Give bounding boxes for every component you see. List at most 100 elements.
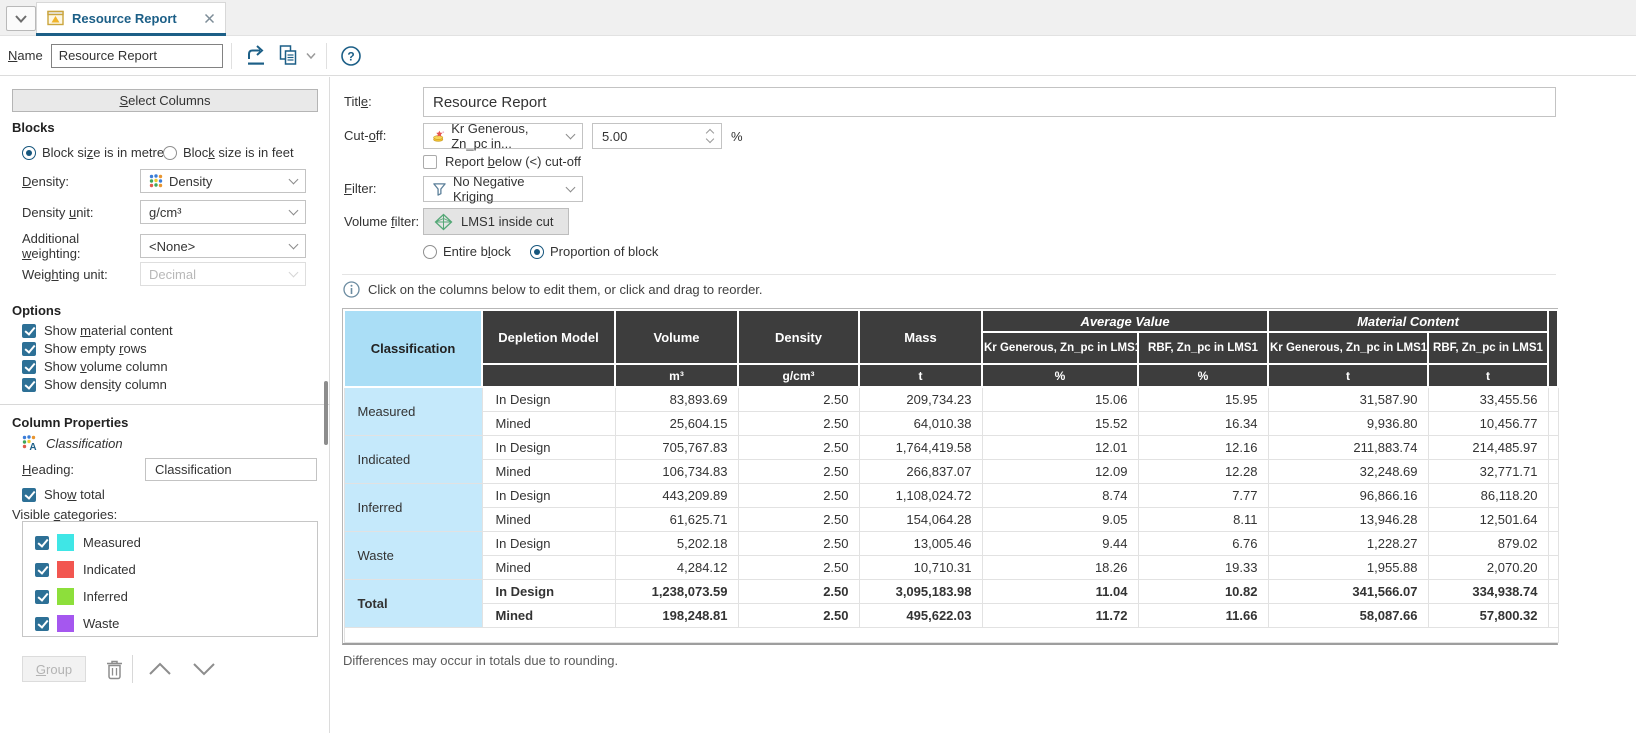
move-up-button[interactable] (142, 656, 178, 682)
column-header-mat-rbf[interactable]: RBF, Zn_pc in LMS1 (1428, 332, 1548, 364)
svg-text:?: ? (347, 49, 354, 63)
title-input[interactable] (423, 87, 1556, 117)
category-color-swatch (57, 534, 74, 551)
unit-mat-rbf: t (1428, 364, 1548, 387)
help-button[interactable]: ? (335, 41, 367, 71)
block-size-feet-radio[interactable]: Block size is in feet (163, 145, 294, 160)
volume-filter-button[interactable]: LMS1 inside cut (423, 208, 569, 235)
column-header-depletion-model[interactable]: Depletion Model (482, 310, 615, 364)
chevron-down-icon (289, 175, 299, 185)
table-row: Waste In Design 5,202.18 2.50 13,005.46 … (344, 531, 1558, 555)
name-input[interactable] (51, 44, 223, 68)
cutoff-value-spinner[interactable]: 5.00 (592, 123, 722, 149)
table-row-total: Mined 198,248.81 2.50 495,622.03 11.72 1… (344, 603, 1558, 627)
checkbox-checked (22, 324, 36, 338)
copy-options-chevron[interactable] (304, 41, 318, 71)
chevron-down-icon (566, 183, 576, 193)
column-header-density[interactable]: Density (738, 310, 859, 364)
column-header-mass[interactable]: Mass (859, 310, 982, 364)
show-total-checkbox[interactable]: Show total (22, 487, 105, 502)
block-size-metres-radio[interactable]: Block size is in metres (22, 145, 171, 160)
checkbox-checked (22, 360, 36, 374)
visible-categories-list: Measured Indicated Inferred Waste (22, 521, 318, 637)
additional-weighting-dropdown[interactable]: <None> (140, 234, 306, 258)
column-header-classification[interactable]: Classification (344, 310, 482, 387)
table-row: Mined 61,625.71 2.50 154,064.28 9.05 8.1… (344, 507, 1558, 531)
column-header-avg-rbf[interactable]: RBF, Zn_pc in LMS1 (1138, 332, 1268, 364)
filter-icon (432, 181, 447, 197)
category-item-measured[interactable]: Measured (23, 529, 317, 556)
classification-cell: Indicated (344, 435, 482, 483)
weighting-unit-dropdown: Decimal (140, 262, 306, 286)
report-below-checkbox[interactable]: Report below (<) cut-off (423, 154, 581, 169)
proportion-of-block-radio[interactable]: Proportion of block (530, 244, 658, 259)
show-density-column-checkbox[interactable]: Show density column (22, 377, 167, 392)
delete-button[interactable] (100, 656, 128, 682)
category-column-icon: A (22, 435, 38, 451)
chevron-down-icon (289, 240, 299, 250)
close-icon[interactable] (204, 13, 215, 24)
density-dropdown[interactable]: Density (140, 169, 306, 193)
category-item-waste[interactable]: Waste (23, 610, 317, 637)
column-header-volume[interactable]: Volume (615, 310, 738, 364)
heading-input[interactable] (145, 458, 317, 481)
select-columns-button[interactable]: Select Columns (12, 89, 318, 112)
tab-resource-report[interactable]: Resource Report (36, 2, 226, 33)
checkbox-checked (35, 536, 49, 550)
classification-cell: Inferred (344, 483, 482, 531)
checkbox-unchecked (423, 155, 437, 169)
table-row: Mined 106,734.83 2.50 266,837.07 12.09 1… (344, 459, 1558, 483)
column-header-avg-kr[interactable]: Kr Generous, Zn_pc in LMS1 (982, 332, 1138, 364)
sidebar: Select Columns Blocks Block size is in m… (0, 77, 330, 733)
table-row: Mined 4,284.12 2.50 10,710.31 18.26 19.3… (344, 555, 1558, 579)
visible-categories-label: Visible categories: (12, 507, 117, 522)
copy-icon (277, 44, 299, 67)
report-table: Classification Depletion Model Volume De… (342, 308, 1558, 645)
unit-cell (482, 364, 615, 387)
selected-column-item: A Classification (22, 435, 123, 451)
show-empty-rows-checkbox[interactable]: Show empty rows (22, 341, 147, 356)
category-item-inferred[interactable]: Inferred (23, 583, 317, 610)
spinner-arrows[interactable] (703, 130, 717, 142)
content-divider (342, 274, 1556, 275)
cutoff-estimator-dropdown[interactable]: Kr Generous, Zn_pc in... (423, 123, 583, 149)
column-group-average-value: Average Value (982, 310, 1268, 332)
report-settings-panel: Title: Cut-off: Kr Generous, Zn_pc in...… (331, 77, 1636, 733)
sidebar-scrollbar[interactable] (324, 381, 328, 445)
classification-cell: Waste (344, 531, 482, 579)
category-color-swatch (57, 588, 74, 605)
rounding-note: Differences may occur in totals due to r… (343, 653, 618, 668)
volume-filter-label: Volume filter: (344, 214, 419, 229)
report-icon (47, 10, 64, 26)
density-unit-dropdown[interactable]: g/cm³ (140, 200, 306, 224)
svg-text:A: A (29, 442, 36, 451)
export-button[interactable] (240, 41, 272, 71)
cutoff-label: Cut-off: (344, 128, 386, 143)
toolbar-separator (326, 43, 327, 69)
chevron-down-icon (289, 268, 299, 278)
checkbox-checked (35, 590, 49, 604)
show-material-content-checkbox[interactable]: Show material content (22, 323, 173, 338)
selected-column-name: Classification (46, 436, 123, 451)
checkbox-checked (35, 617, 49, 631)
copy-button[interactable] (272, 41, 304, 71)
estimator-icon (432, 128, 445, 144)
cutoff-unit-label: % (731, 129, 743, 144)
column-header-mat-kr[interactable]: Kr Generous, Zn_pc in LMS1 (1268, 332, 1428, 364)
info-icon (343, 281, 360, 298)
tab-bar: Resource Report (0, 0, 1636, 36)
heading-label: Heading: (22, 462, 145, 477)
table-row: Mined 25,604.15 2.50 64,010.38 15.52 16.… (344, 411, 1558, 435)
table-row: Measured In Design 83,893.69 2.50 209,73… (344, 387, 1558, 411)
tab-list-button[interactable] (6, 6, 36, 31)
radio-selected (22, 146, 36, 160)
category-item-indicated[interactable]: Indicated (23, 556, 317, 583)
filter-dropdown[interactable]: No Negative Kriging (423, 176, 583, 202)
checkbox-checked (35, 563, 49, 577)
move-down-button[interactable] (186, 656, 222, 682)
entire-block-radio[interactable]: Entire block (423, 244, 511, 259)
show-volume-column-checkbox[interactable]: Show volume column (22, 359, 168, 374)
chevron-down-icon (289, 206, 299, 216)
unit-mat-kr: t (1268, 364, 1428, 387)
chevron-down-icon (566, 130, 576, 140)
